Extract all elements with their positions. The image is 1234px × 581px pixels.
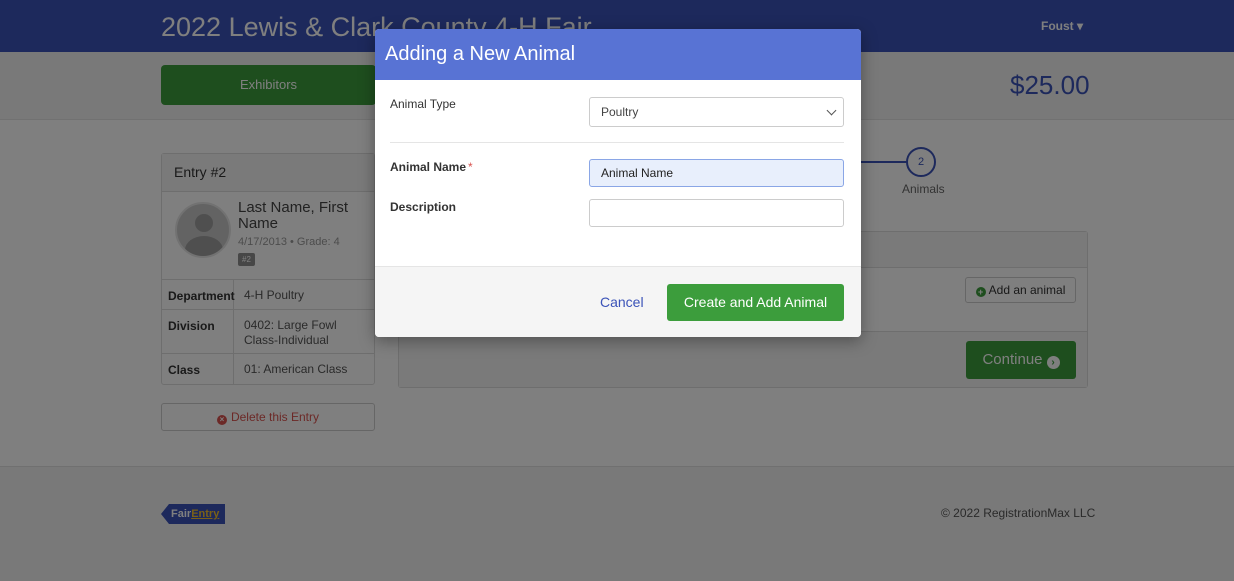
cancel-button[interactable]: Cancel [600,294,644,310]
create-and-add-animal-button[interactable]: Create and Add Animal [667,284,844,321]
animal-type-label: Animal Type [390,97,456,111]
modal-body: Animal Type Poultry Animal Name * Animal … [375,80,861,266]
animal-name-label-wrap: Animal Name * [390,160,473,174]
description-label: Description [390,200,457,214]
modal-title: Adding a New Animal [385,43,576,65]
animal-name-input[interactable]: Animal Name [589,159,844,187]
animal-name-label: Animal Name [390,160,467,174]
chevron-down-icon [826,105,837,116]
add-animal-modal: Adding a New Animal Animal Type Poultry … [375,29,861,337]
description-input[interactable] [589,199,844,227]
modal-footer: Cancel Create and Add Animal [375,266,861,337]
animal-type-select[interactable]: Poultry [589,97,844,127]
animal-type-value: Poultry [601,105,639,119]
modal-header: Adding a New Animal [375,29,861,80]
required-marker: * [468,160,473,174]
divider [390,142,844,143]
